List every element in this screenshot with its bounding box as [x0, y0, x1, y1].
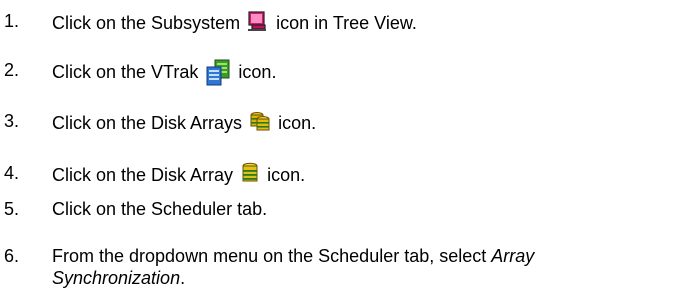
step-number: 2.	[4, 60, 20, 80]
step-text-before: Click on the VTrak	[52, 62, 199, 82]
vtrak-icon	[205, 59, 231, 87]
step-number: 3.	[4, 111, 20, 131]
step-text-before: Click on the Disk Arrays	[52, 113, 243, 133]
step-text-end: .	[180, 268, 186, 288]
step-text-after: icon.	[238, 62, 277, 82]
step-text-before: Click on the Disk Array	[52, 165, 234, 185]
step-text: Click on the Subsystem icon in Tree View…	[52, 10, 417, 37]
step-text-after: icon.	[267, 165, 306, 185]
step-number: 4.	[4, 163, 20, 183]
step-emphasis-line2: Synchronization	[52, 268, 181, 288]
subsystem-icon	[247, 10, 269, 37]
step-text: Click on the VTrak icon.	[52, 59, 276, 87]
disk-array-icon	[240, 162, 260, 189]
step-text-after: icon.	[278, 113, 317, 133]
step-text-before: From the dropdown menu on the Scheduler …	[52, 246, 487, 266]
step-text-after: icon in Tree View.	[276, 13, 417, 33]
step-text: Click on the Disk Array icon.	[52, 162, 305, 189]
step-text: Click on the Scheduler tab.	[52, 199, 268, 219]
step-text-before: Click on the Subsystem	[52, 13, 241, 33]
step-text: Click on the Disk Arrays icon.	[52, 110, 316, 137]
disk-arrays-icon	[249, 110, 271, 137]
step-text-continuation: Synchronization.	[52, 267, 185, 289]
step-text: From the dropdown menu on the Scheduler …	[52, 245, 534, 267]
step-number: 6.	[4, 246, 20, 266]
step-emphasis-line1: Array	[491, 246, 535, 266]
step-number: 5.	[4, 199, 20, 219]
step-number: 1.	[4, 11, 20, 31]
